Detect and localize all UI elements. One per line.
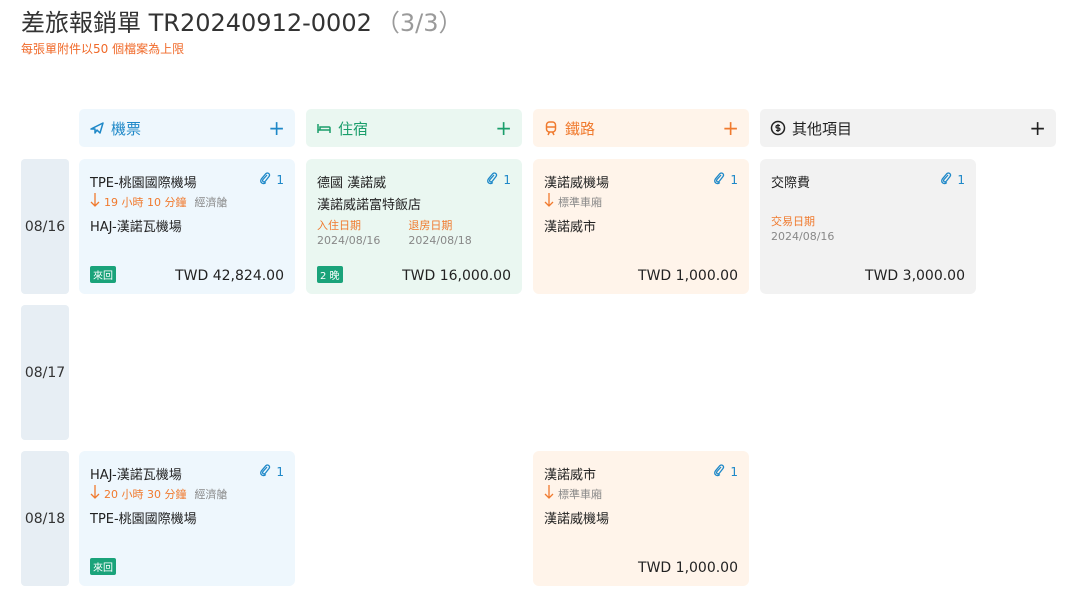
attachment-number: 1 <box>503 172 511 187</box>
departure-airport: TPE-桃園國際機場 <box>90 176 197 191</box>
hotel-card[interactable]: 德國 漢諾威 1 漢諾威諾富特飯店 入住日期 2024/08/16 退房日期 2… <box>306 159 522 294</box>
transaction-date: 交易日期 2024/08/16 <box>771 213 834 243</box>
report-title: 差旅報銷單 TR20240912-0002 <box>21 9 372 37</box>
day-label: 08/18 <box>21 451 69 586</box>
flight-duration: 19 小時 10 分鐘 經濟艙 <box>90 192 227 211</box>
flight-card[interactable]: TPE-桃園國際機場 1 19 小時 10 分鐘 經濟艙 HAJ-漢諾瓦機場 來… <box>79 159 295 294</box>
flight-duration: 20 小時 30 分鐘 經濟艙 <box>90 484 227 503</box>
add-other-button[interactable]: + <box>1029 118 1046 138</box>
checkout-date: 2024/08/18 <box>408 234 472 247</box>
arrow-down-icon <box>90 484 100 503</box>
attachment-count[interactable]: 1 <box>939 171 965 188</box>
step-indicator: （3/3） <box>375 9 463 37</box>
departure-station: 漢諾威機場 <box>544 176 610 191</box>
column-label-hotel: 住宿 <box>338 119 369 138</box>
arrival-station: 漢諾威機場 <box>544 512 610 527</box>
bed-icon <box>316 120 332 136</box>
column-header-rail: 鐵路 + <box>533 109 749 147</box>
rail-card[interactable]: 漢諾威市 1 標準車廂 漢諾威機場 TWD 1,000.00 <box>533 451 749 586</box>
attachment-count[interactable]: 1 <box>258 171 284 188</box>
amount: TWD 3,000.00 <box>865 268 965 284</box>
attachment-count[interactable]: 1 <box>258 463 284 480</box>
attachment-number: 1 <box>957 172 965 187</box>
add-air-button[interactable]: + <box>268 118 285 138</box>
nights-badge: 2 晚 <box>317 266 343 283</box>
paperclip-icon <box>485 171 499 188</box>
arrival-station: 漢諾威市 <box>544 220 597 235</box>
day-label: 08/17 <box>21 305 69 440</box>
checkin-label: 入住日期 <box>317 219 361 232</box>
checkout-label: 退房日期 <box>408 219 453 232</box>
amount: TWD 1,000.00 <box>638 560 738 576</box>
rail-class-row: 標準車廂 <box>544 192 602 211</box>
column-header-hotel: 住宿 + <box>306 109 522 147</box>
transaction-date-label: 交易日期 <box>771 215 815 228</box>
rail-card[interactable]: 漢諾威機場 1 標準車廂 漢諾威市 TWD 1,000.00 <box>533 159 749 294</box>
airplane-icon <box>89 120 105 136</box>
cabin-class: 經濟艙 <box>194 195 228 209</box>
column-label-air: 機票 <box>111 119 142 138</box>
checkin-date: 2024/08/16 <box>317 234 381 247</box>
paperclip-icon <box>712 171 726 188</box>
attachment-count[interactable]: 1 <box>712 171 738 188</box>
attachment-number: 1 <box>730 172 738 187</box>
rail-class: 標準車廂 <box>558 195 602 209</box>
add-rail-button[interactable]: + <box>722 118 739 138</box>
add-hotel-button[interactable]: + <box>495 118 512 138</box>
hotel-name: 漢諾威諾富特飯店 <box>317 198 422 213</box>
amount: TWD 42,824.00 <box>175 268 284 284</box>
transaction-date-value: 2024/08/16 <box>771 230 835 243</box>
attachment-count[interactable]: 1 <box>485 171 511 188</box>
arrival-airport: TPE-桃園國際機場 <box>90 512 197 527</box>
paperclip-icon <box>712 463 726 480</box>
departure-station: 漢諾威市 <box>544 468 597 483</box>
hotel-location: 德國 漢諾威 <box>317 176 387 191</box>
attachment-number: 1 <box>730 464 738 479</box>
column-header-air: 機票 + <box>79 109 295 147</box>
flight-card[interactable]: HAJ-漢諾瓦機場 1 20 小時 30 分鐘 經濟艙 TPE-桃園國際機場 來… <box>79 451 295 586</box>
column-label-other: 其他項目 <box>792 119 853 138</box>
expense-item: 交際費 <box>771 176 811 191</box>
amount: TWD 1,000.00 <box>638 268 738 284</box>
arrival-airport: HAJ-漢諾瓦機場 <box>90 220 182 235</box>
page-title: 差旅報銷單 TR20240912-0002 （3/3） <box>21 3 462 38</box>
paperclip-icon <box>939 171 953 188</box>
amount: TWD 16,000.00 <box>402 268 511 284</box>
cabin-class: 經濟艙 <box>194 487 228 501</box>
arrow-down-icon <box>544 484 554 503</box>
duration-text: 20 小時 30 分鐘 <box>104 487 187 501</box>
paperclip-icon <box>258 463 272 480</box>
column-header-other: 其他項目 + <box>760 109 1056 147</box>
rail-class: 標準車廂 <box>558 487 602 501</box>
arrow-down-icon <box>544 192 554 211</box>
stay-dates: 入住日期 2024/08/16 退房日期 2024/08/18 <box>317 217 472 247</box>
other-expense-card[interactable]: 交際費 1 交易日期 2024/08/16 TWD 3,000.00 <box>760 159 976 294</box>
arrow-down-icon <box>90 192 100 211</box>
duration-text: 19 小時 10 分鐘 <box>104 195 187 209</box>
trip-type-badge: 來回 <box>90 266 116 283</box>
day-label: 08/16 <box>21 159 69 294</box>
rail-class-row: 標準車廂 <box>544 484 602 503</box>
train-icon <box>543 120 559 136</box>
paperclip-icon <box>258 171 272 188</box>
attachment-number: 1 <box>276 172 284 187</box>
attachment-limit-notice: 每張單附件以50 個檔案為上限 <box>21 42 185 56</box>
attachment-count[interactable]: 1 <box>712 463 738 480</box>
departure-airport: HAJ-漢諾瓦機場 <box>90 468 182 483</box>
trip-type-badge: 來回 <box>90 558 116 575</box>
dollar-icon <box>770 120 786 136</box>
column-label-rail: 鐵路 <box>565 119 596 138</box>
attachment-number: 1 <box>276 464 284 479</box>
